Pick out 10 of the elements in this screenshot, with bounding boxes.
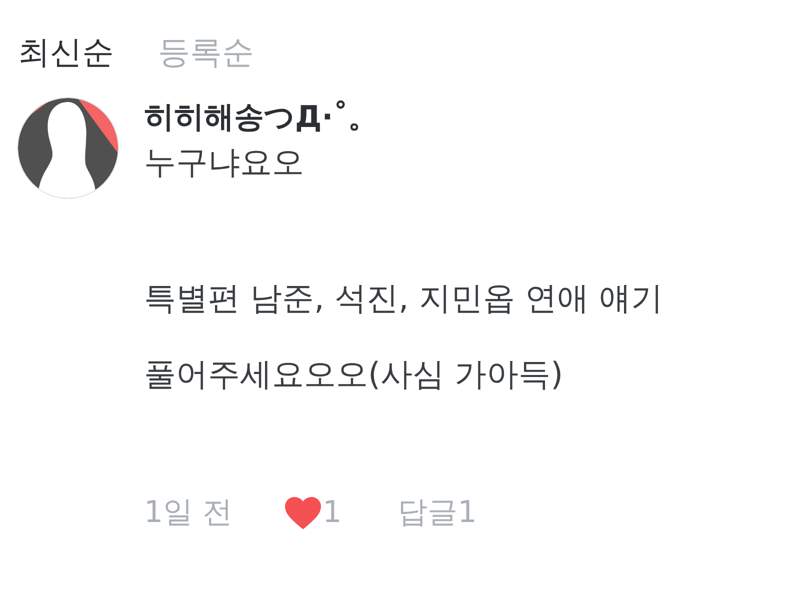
sort-tab[interactable]: 등록순 <box>158 24 254 80</box>
comment-text: 풀어주세요오오(사심 가아득) <box>144 354 564 395</box>
like-count: 1 <box>322 494 342 532</box>
comment-text: 누구냐요오 <box>144 142 304 183</box>
heart-icon[interactable] <box>284 497 321 529</box>
comment-author: 히히해송つД·˚。 <box>144 99 380 137</box>
comment-text: 특별편 남준, 석진, 지민옵 연애 얘기 <box>144 278 664 319</box>
reply-button[interactable]: 답글1 <box>398 488 477 538</box>
sort-tab[interactable]: 최신순 <box>18 24 114 80</box>
comment-time: 1일 전 <box>144 494 233 532</box>
